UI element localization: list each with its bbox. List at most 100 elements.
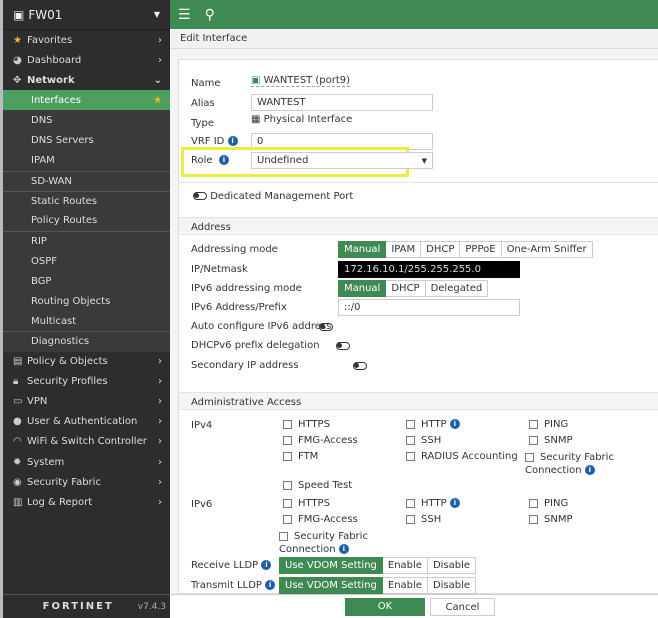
sidebar-item-dns-servers[interactable]: DNS Servers xyxy=(3,130,170,151)
access-checkbox[interactable]: SNMP xyxy=(529,514,573,525)
access-checkbox[interactable]: FTM xyxy=(283,451,318,462)
access-checkbox[interactable]: HTTP i xyxy=(406,498,460,509)
checkbox-icon xyxy=(529,435,538,445)
sidebar-item-label: WiFi & Switch Controller xyxy=(27,436,147,448)
access-checkbox[interactable]: HTTP i xyxy=(406,419,460,430)
ok-button[interactable]: OK xyxy=(345,598,425,616)
alias-input[interactable]: WANTEST xyxy=(251,94,433,111)
lldp-enable[interactable]: Enable xyxy=(382,557,428,574)
menu-icon[interactable]: ☰ xyxy=(178,7,191,23)
receive-lldp-selector: Use VDOM Setting Enable Disable xyxy=(279,557,477,574)
access-checkbox[interactable]: HTTPS xyxy=(283,498,330,509)
sidebar-item-dns[interactable]: DNS xyxy=(3,110,170,131)
access-checkbox[interactable]: Speed Test xyxy=(283,480,352,491)
info-icon[interactable]: i xyxy=(218,155,229,165)
ipv6-prefix-input[interactable]: ::/0 xyxy=(338,299,520,316)
access-checkbox[interactable]: PING xyxy=(529,419,568,430)
mode-one-arm-sniffer[interactable]: One-Arm Sniffer xyxy=(501,241,593,258)
info-icon[interactable]: i xyxy=(449,419,460,429)
sidebar-item-favorites[interactable]: ★ Favorites › xyxy=(3,30,170,50)
fabric-icon: ◉ xyxy=(13,476,22,488)
sidebar-item-user-authentication[interactable]: ● User & Authentication › xyxy=(3,412,170,432)
addressing-mode-selector: Manual IPAM DHCP PPPoE One-Arm Sniffer xyxy=(338,241,593,258)
sidebar-item-label: Static Routes xyxy=(31,195,98,207)
sidebar-item-label: System xyxy=(27,456,65,468)
access-checkbox[interactable]: SSH xyxy=(406,435,441,446)
lldp-use-vdom[interactable]: Use VDOM Setting xyxy=(279,577,383,594)
sidebar-item-policy-objects[interactable]: ▤ Policy & Objects › xyxy=(3,352,170,372)
info-icon[interactable]: i xyxy=(338,544,349,554)
sidebar-item-log-report[interactable]: ▥ Log & Report › xyxy=(3,492,170,512)
mode-dhcp[interactable]: DHCP xyxy=(421,241,461,258)
access-checkbox[interactable]: SNMP xyxy=(529,435,573,446)
access-checkbox[interactable]: RADIUS Accounting xyxy=(406,451,518,462)
checkbox-icon xyxy=(283,514,292,524)
sidebar-item-sd-wan[interactable]: SD-WAN xyxy=(3,170,170,191)
sidebar-item-security-profiles[interactable]: 🔒︎ Security Profiles › xyxy=(3,372,170,392)
sidebar-item-wifi-switch-controller[interactable]: ◠ WiFi & Switch Controller › xyxy=(3,432,170,452)
secondary-ip-toggle[interactable] xyxy=(353,362,368,370)
access-checkbox[interactable]: Security Fabric Connection i xyxy=(525,451,620,477)
sidebar-item-bgp[interactable]: BGP xyxy=(3,271,170,292)
access-checkbox[interactable]: PING xyxy=(529,498,568,509)
sidebar-item-label: Diagnostics xyxy=(31,336,90,348)
dhcpv6-pd-toggle[interactable] xyxy=(336,342,351,350)
version: v7.4.3 xyxy=(137,601,166,612)
sidebar-item-vpn[interactable]: ▭ VPN › xyxy=(3,392,170,412)
info-icon[interactable]: i xyxy=(265,580,276,590)
mode-manual[interactable]: Manual xyxy=(338,241,387,258)
role-select[interactable]: Undefined ▼ xyxy=(251,152,433,169)
physical-port-icon: ▦ xyxy=(251,114,261,125)
sidebar-item-interfaces[interactable]: Interfaces ★ xyxy=(3,90,170,111)
sidebar-item-rip[interactable]: RIP xyxy=(3,230,170,252)
sidebar-item-label: VPN xyxy=(27,396,48,408)
ipv6-mode-manual[interactable]: Manual xyxy=(338,280,387,297)
ipv6-mode-delegated[interactable]: Delegated xyxy=(425,280,489,297)
sidebar-item-system[interactable]: ✹ System › xyxy=(3,452,170,472)
chevron-right-icon: › xyxy=(158,476,162,488)
cancel-button[interactable]: Cancel xyxy=(430,598,495,616)
ipv6-mode-selector: Manual DHCP Delegated xyxy=(338,280,489,297)
access-checkbox[interactable]: FMG-Access xyxy=(283,514,358,525)
mode-pppoe[interactable]: PPPoE xyxy=(460,241,502,258)
info-icon[interactable]: i xyxy=(261,560,272,570)
mode-ipam[interactable]: IPAM xyxy=(386,241,422,258)
dashboard-icon: ◕ xyxy=(13,54,22,66)
sidebar-item-ospf[interactable]: OSPF xyxy=(3,251,170,272)
dedicated-mgmt-toggle[interactable]: Dedicated Management Port xyxy=(193,191,353,202)
access-checkbox[interactable]: Security Fabric Connection i xyxy=(279,530,374,556)
sidebar-item-label: User & Authentication xyxy=(27,416,138,428)
access-checkbox[interactable]: SSH xyxy=(406,514,441,525)
ip-netmask-input[interactable]: 172.16.10.1/255.255.255.0 xyxy=(338,261,520,278)
device-selector[interactable]: ▣ FW01 ▼ xyxy=(3,0,170,30)
ipv6-mode-dhcp[interactable]: DHCP xyxy=(386,280,426,297)
favorite-star-icon[interactable]: ★ xyxy=(153,95,162,106)
access-checkbox[interactable]: FMG-Access xyxy=(283,435,358,446)
lldp-enable[interactable]: Enable xyxy=(382,577,428,594)
access-checkbox[interactable]: HTTPS xyxy=(283,419,330,430)
fortinet-logo: FORTINET xyxy=(42,601,114,612)
lldp-use-vdom[interactable]: Use VDOM Setting xyxy=(279,557,383,574)
sidebar-item-ipam[interactable]: IPAM xyxy=(3,150,170,171)
lldp-disable[interactable]: Disable xyxy=(427,577,477,594)
sidebar-item-network[interactable]: ✥ Network ⌄ xyxy=(3,70,170,90)
sidebar-item-static-routes[interactable]: Static Routes xyxy=(3,190,170,211)
network-icon: ✥ xyxy=(13,74,22,86)
sidebar-item-dashboard[interactable]: ◕ Dashboard › xyxy=(3,50,170,70)
sidebar-item-multicast[interactable]: Multicast xyxy=(3,311,170,332)
search-icon[interactable]: ⚲ xyxy=(205,7,215,23)
auto-ipv6-toggle[interactable] xyxy=(319,323,333,331)
sidebar-item-security-fabric[interactable]: ◉ Security Fabric › xyxy=(3,472,170,492)
sidebar-item-routing-objects[interactable]: Routing Objects xyxy=(3,291,170,312)
sidebar-item-policy-routes[interactable]: Policy Routes xyxy=(3,210,170,231)
checkbox-icon xyxy=(406,498,415,508)
sidebar-item-diagnostics[interactable]: Diagnostics xyxy=(3,331,170,352)
chevron-right-icon: › xyxy=(158,396,162,408)
checkbox-icon xyxy=(283,419,292,429)
info-icon[interactable]: i xyxy=(449,498,460,508)
info-icon[interactable]: i xyxy=(227,136,238,146)
addressing-mode-label: Addressing mode xyxy=(191,244,278,255)
info-icon[interactable]: i xyxy=(584,465,595,475)
lldp-disable[interactable]: Disable xyxy=(427,557,477,574)
chevron-right-icon: › xyxy=(158,416,162,428)
